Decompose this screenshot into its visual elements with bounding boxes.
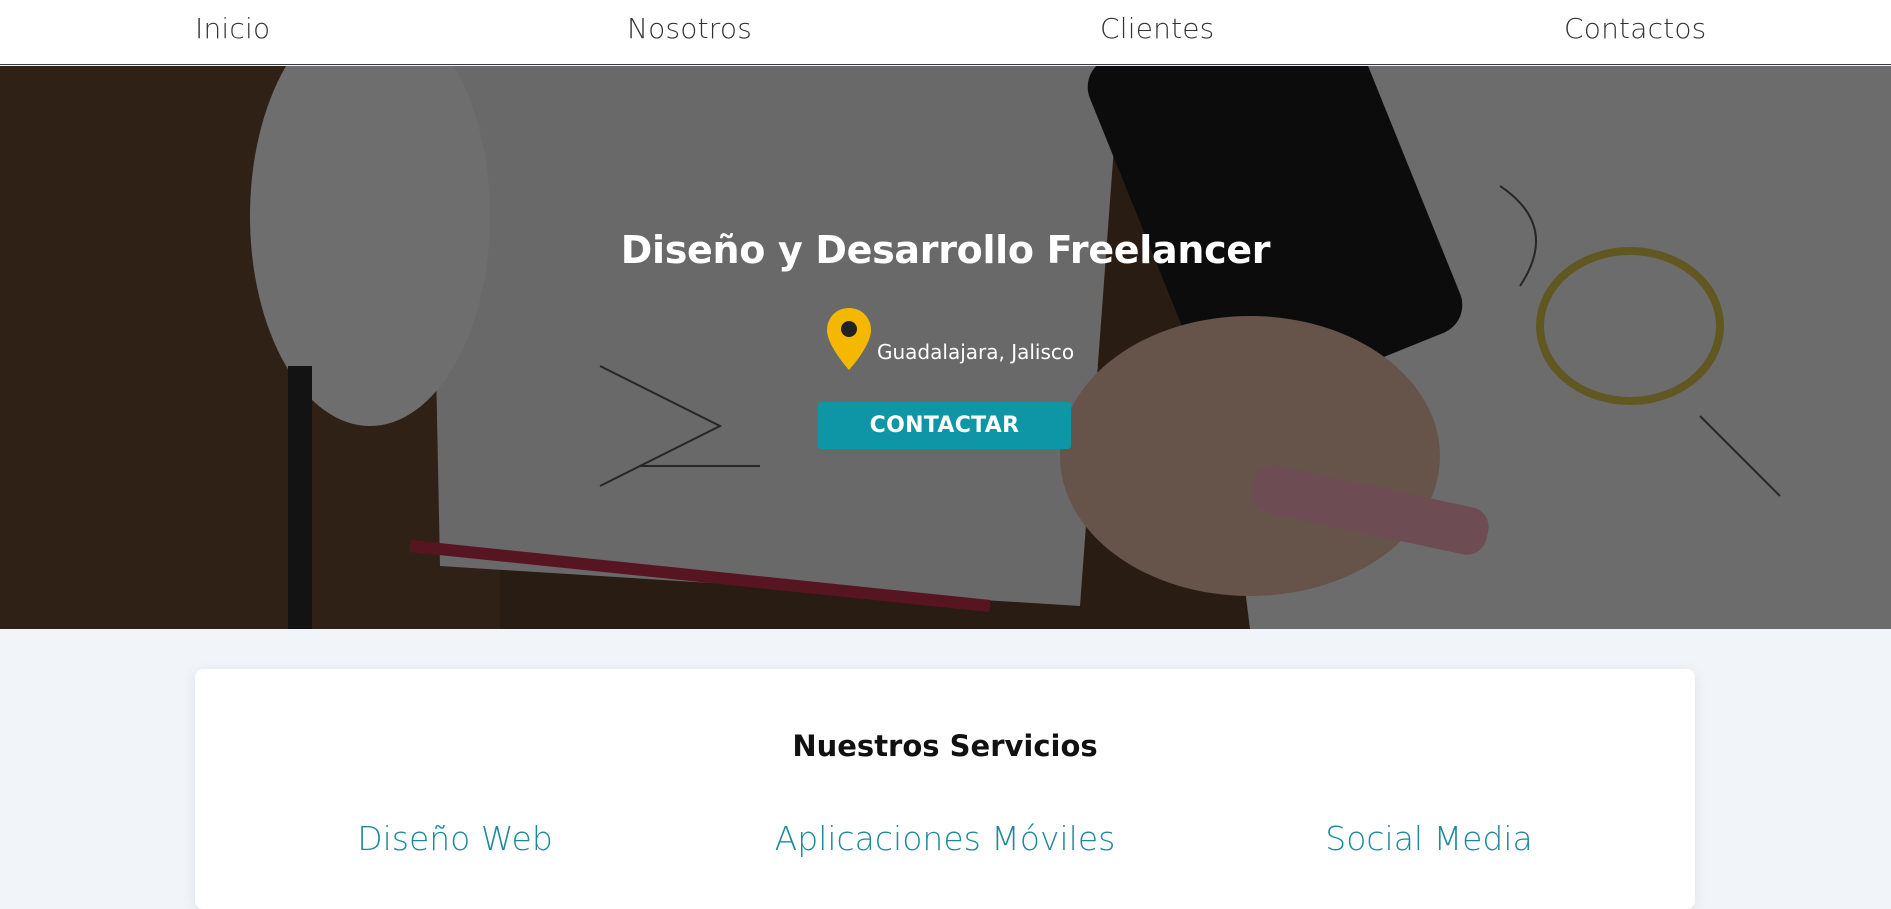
nav-link-clientes[interactable]: Clientes xyxy=(1100,12,1214,45)
service-diseno-web[interactable]: Diseño Web xyxy=(215,819,695,858)
hero-title: Diseño y Desarrollo Freelancer xyxy=(620,228,1271,272)
service-social-media[interactable]: Social Media xyxy=(1189,819,1669,858)
map-pin-icon xyxy=(827,308,871,370)
hero-section: Diseño y Desarrollo Freelancer Guadalaja… xyxy=(0,66,1891,629)
service-aplicaciones-moviles[interactable]: Aplicaciones Móviles xyxy=(705,819,1185,858)
nav-link-nosotros[interactable]: Nosotros xyxy=(627,12,752,45)
top-navigation: Inicio Nosotros Clientes Contactos xyxy=(0,0,1891,65)
contactar-button[interactable]: CONTACTAR xyxy=(818,402,1071,449)
services-card: Nuestros Servicios Diseño Web Aplicacion… xyxy=(195,669,1695,909)
nav-link-inicio[interactable]: Inicio xyxy=(195,12,270,45)
location-label: Guadalajara, Jalisco xyxy=(877,340,1075,364)
nav-link-contactos[interactable]: Contactos xyxy=(1564,12,1706,45)
services-title: Nuestros Servicios xyxy=(792,729,1098,763)
